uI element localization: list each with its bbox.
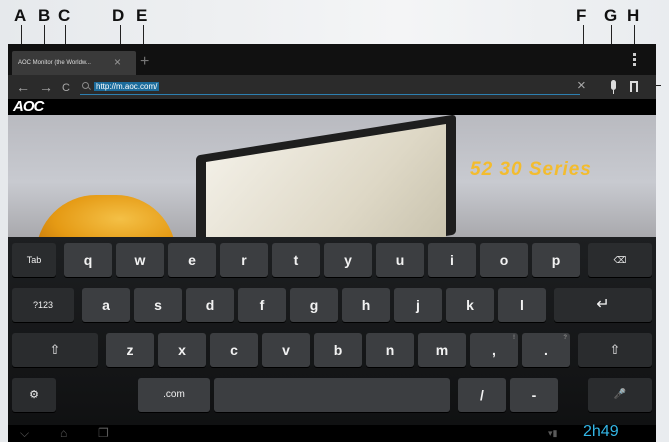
key-tab[interactable]: Tab	[12, 243, 56, 277]
key-q[interactable]: q	[64, 243, 112, 277]
key-b[interactable]: b	[314, 333, 362, 367]
key-i[interactable]: i	[428, 243, 476, 277]
tab-strip: AOC Monitor (the Worldw... × +	[8, 44, 656, 75]
key-j[interactable]: j	[394, 288, 442, 322]
key-p[interactable]: p	[532, 243, 580, 277]
notification-icons[interactable]: ▾▮	[548, 428, 557, 439]
series-banner-text: 52 30 Series	[470, 159, 592, 180]
monitor-image	[196, 114, 456, 237]
key-y[interactable]: y	[324, 243, 372, 277]
url-input[interactable]: http://m.aoc.com/	[80, 79, 580, 95]
url-text: http://m.aoc.com/	[94, 82, 160, 91]
key-g[interactable]: g	[290, 288, 338, 322]
site-header: AOC	[8, 99, 656, 115]
overflow-menu-icon[interactable]	[631, 52, 637, 68]
key-s[interactable]: s	[134, 288, 182, 322]
nav-recents-icon[interactable]: ❐	[98, 426, 109, 440]
key-voice-input[interactable]: 🎤	[588, 378, 652, 412]
callout-c: C	[58, 6, 71, 25]
key-shift-left[interactable]: ⇧	[12, 333, 98, 367]
key-u[interactable]: u	[376, 243, 424, 277]
key-comma[interactable]: ,!	[470, 333, 518, 367]
key-settings[interactable]: ⚙	[12, 378, 56, 412]
callout-g: G	[604, 6, 618, 25]
forward-button[interactable]: →	[39, 78, 53, 96]
nav-home-icon[interactable]: ⌂	[60, 426, 67, 440]
key-z[interactable]: z	[106, 333, 154, 367]
back-button[interactable]: ←	[16, 78, 30, 96]
key-l[interactable]: l	[498, 288, 546, 322]
callout-h: H	[627, 6, 640, 25]
key-f[interactable]: f	[238, 288, 286, 322]
key-k[interactable]: k	[446, 288, 494, 322]
on-screen-keyboard: Tab q w e r t y u i o p ⌫ ?123 a s d f g…	[8, 237, 656, 425]
key-backspace[interactable]: ⌫	[588, 243, 652, 277]
tab-close-icon[interactable]: ×	[114, 51, 121, 73]
key-dash[interactable]: -	[510, 378, 558, 412]
reload-button[interactable]: C	[62, 79, 70, 97]
screenshot-stage: A B C D E F G H AOC Monitor (the Worldw.…	[0, 0, 669, 442]
key-space[interactable]	[214, 378, 450, 412]
key-shift-right[interactable]: ⇧	[578, 333, 652, 367]
key-t[interactable]: t	[272, 243, 320, 277]
key-o[interactable]: o	[480, 243, 528, 277]
browser-tab-title: AOC Monitor (the Worldw...	[18, 60, 91, 66]
key-m[interactable]: m	[418, 333, 466, 367]
key-enter[interactable]: ↵	[554, 288, 652, 322]
key-d[interactable]: d	[186, 288, 234, 322]
hero-banner[interactable]: 52 30 Series	[8, 114, 656, 237]
clear-url-button[interactable]: ×	[577, 77, 586, 94]
key-comma-label: ,	[492, 342, 496, 358]
key-slash[interactable]: /	[458, 378, 506, 412]
key-comma-hint: !	[513, 335, 515, 341]
monitor-screen	[206, 123, 446, 237]
sports-car-image	[36, 195, 176, 237]
key-period[interactable]: .?	[522, 333, 570, 367]
new-tab-button[interactable]: +	[140, 53, 149, 71]
voice-search-icon[interactable]	[611, 80, 616, 94]
callout-a: A	[14, 6, 27, 25]
key-v[interactable]: v	[262, 333, 310, 367]
callout-f: F	[576, 6, 587, 25]
key-symbols[interactable]: ?123	[12, 288, 74, 322]
tablet-screen: AOC Monitor (the Worldw... × + ← → C htt…	[8, 44, 656, 442]
key-dotcom[interactable]: .com	[138, 378, 210, 412]
key-w[interactable]: w	[116, 243, 164, 277]
key-e[interactable]: e	[168, 243, 216, 277]
bookmarks-icon[interactable]	[630, 81, 638, 92]
key-x[interactable]: x	[158, 333, 206, 367]
system-bar: ⌵ ⌂ ❐ ▾▮ 2h49	[8, 423, 656, 442]
key-n[interactable]: n	[366, 333, 414, 367]
key-a[interactable]: a	[82, 288, 130, 322]
aoc-logo[interactable]: AOC	[13, 99, 44, 115]
callout-labels: A B C D E F G H	[0, 0, 669, 86]
key-r[interactable]: r	[220, 243, 268, 277]
key-period-hint: ?	[563, 335, 567, 341]
callout-b: B	[38, 6, 51, 25]
key-h[interactable]: h	[342, 288, 390, 322]
callout-e: E	[136, 6, 148, 25]
status-clock[interactable]: 2h49	[583, 423, 619, 441]
web-page: AOC 52 30 Series	[8, 99, 656, 237]
nav-back-icon[interactable]: ⌵	[20, 426, 29, 441]
callout-d: D	[112, 6, 125, 25]
address-bar: ← → C http://m.aoc.com/ ×	[8, 75, 656, 99]
key-c[interactable]: c	[210, 333, 258, 367]
search-icon	[82, 82, 89, 89]
key-period-label: .	[544, 342, 548, 358]
